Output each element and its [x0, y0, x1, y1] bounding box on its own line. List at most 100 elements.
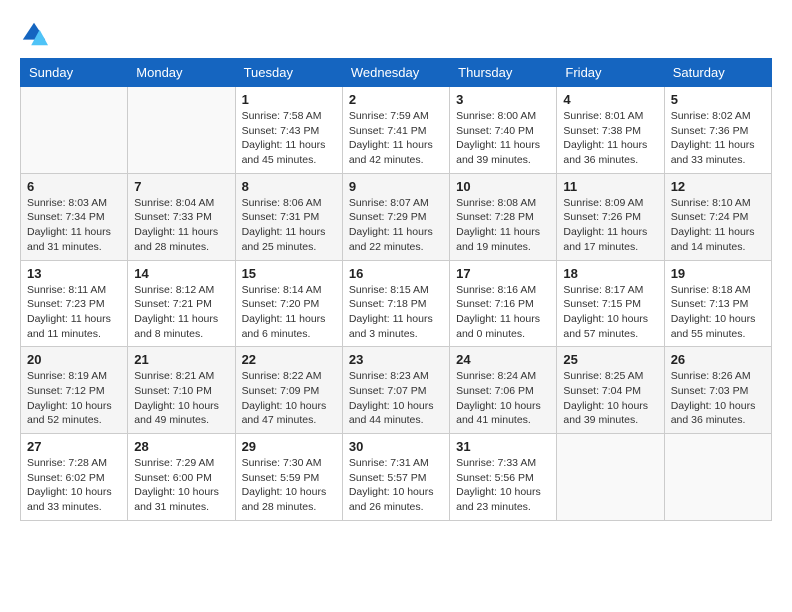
- day-number: 13: [27, 266, 121, 281]
- week-row-2: 6 Sunrise: 8:03 AMSunset: 7:34 PMDaylight…: [21, 173, 772, 260]
- weekday-header-tuesday: Tuesday: [235, 59, 342, 87]
- week-row-5: 27Sunrise: 7:28 AMSunset: 6:02 PMDayligh…: [21, 434, 772, 521]
- day-cell: 5 Sunrise: 8:02 AMSunset: 7:36 PMDaylight…: [664, 87, 771, 174]
- logo-icon: [20, 20, 48, 48]
- day-cell: 4 Sunrise: 8:01 AMSunset: 7:38 PMDaylight…: [557, 87, 664, 174]
- day-number: 7: [134, 179, 228, 194]
- day-number: 6: [27, 179, 121, 194]
- day-info: Sunrise: 8:26 AMSunset: 7:03 PMDaylight:…: [671, 369, 765, 428]
- day-cell: 8Sunrise: 8:06 AMSunset: 7:31 PMDaylight…: [235, 173, 342, 260]
- day-cell: [557, 434, 664, 521]
- day-info: Sunrise: 8:15 AMSunset: 7:18 PMDaylight:…: [349, 283, 443, 342]
- day-cell: 10Sunrise: 8:08 AMSunset: 7:28 PMDayligh…: [450, 173, 557, 260]
- day-number: 15: [242, 266, 336, 281]
- day-cell: 16 Sunrise: 8:15 AMSunset: 7:18 PMDayligh…: [342, 260, 449, 347]
- day-number: 29: [242, 439, 336, 454]
- day-number: 17: [456, 266, 550, 281]
- day-number: 9: [349, 179, 443, 194]
- day-cell: 20Sunrise: 8:19 AMSunset: 7:12 PMDayligh…: [21, 347, 128, 434]
- day-cell: 19 Sunrise: 8:18 AMSunset: 7:13 PMDayligh…: [664, 260, 771, 347]
- week-row-1: 1Sunrise: 7:58 AMSunset: 7:43 PMDaylight…: [21, 87, 772, 174]
- day-cell: 7 Sunrise: 8:04 AMSunset: 7:33 PMDaylight…: [128, 173, 235, 260]
- day-cell: 11 Sunrise: 8:09 AMSunset: 7:26 PMDayligh…: [557, 173, 664, 260]
- day-info: Sunrise: 8:10 AMSunset: 7:24 PMDaylight:…: [671, 196, 765, 255]
- week-row-4: 20Sunrise: 8:19 AMSunset: 7:12 PMDayligh…: [21, 347, 772, 434]
- weekday-header-thursday: Thursday: [450, 59, 557, 87]
- day-cell: 13 Sunrise: 8:11 AMSunset: 7:23 PMDayligh…: [21, 260, 128, 347]
- day-info: Sunrise: 7:59 AMSunset: 7:41 PMDaylight:…: [349, 109, 443, 168]
- day-cell: 2 Sunrise: 7:59 AMSunset: 7:41 PMDaylight…: [342, 87, 449, 174]
- day-number: 30: [349, 439, 443, 454]
- day-info: Sunrise: 8:25 AMSunset: 7:04 PMDaylight:…: [563, 369, 657, 428]
- calendar: SundayMondayTuesdayWednesdayThursdayFrid…: [20, 58, 772, 521]
- day-info: Sunrise: 7:28 AMSunset: 6:02 PMDaylight:…: [27, 456, 121, 515]
- day-number: 23: [349, 352, 443, 367]
- day-cell: 30 Sunrise: 7:31 AMSunset: 5:57 PMDayligh…: [342, 434, 449, 521]
- day-cell: 24 Sunrise: 8:24 AMSunset: 7:06 PMDayligh…: [450, 347, 557, 434]
- day-info: Sunrise: 8:22 AMSunset: 7:09 PMDaylight:…: [242, 369, 336, 428]
- day-info: Sunrise: 7:31 AMSunset: 5:57 PMDaylight:…: [349, 456, 443, 515]
- day-number: 1: [242, 92, 336, 107]
- day-info: Sunrise: 8:14 AMSunset: 7:20 PMDaylight:…: [242, 283, 336, 342]
- day-number: 22: [242, 352, 336, 367]
- day-info: Sunrise: 8:23 AMSunset: 7:07 PMDaylight:…: [349, 369, 443, 428]
- day-info: Sunrise: 8:19 AMSunset: 7:12 PMDaylight:…: [27, 369, 121, 428]
- day-cell: 18 Sunrise: 8:17 AMSunset: 7:15 PMDayligh…: [557, 260, 664, 347]
- day-number: 25: [563, 352, 657, 367]
- day-number: 24: [456, 352, 550, 367]
- day-number: 2: [349, 92, 443, 107]
- day-number: 18: [563, 266, 657, 281]
- day-info: Sunrise: 8:16 AMSunset: 7:16 PMDaylight:…: [456, 283, 550, 342]
- day-cell: [21, 87, 128, 174]
- day-cell: 17 Sunrise: 8:16 AMSunset: 7:16 PMDayligh…: [450, 260, 557, 347]
- day-number: 21: [134, 352, 228, 367]
- day-cell: 15 Sunrise: 8:14 AMSunset: 7:20 PMDayligh…: [235, 260, 342, 347]
- day-cell: 23 Sunrise: 8:23 AMSunset: 7:07 PMDayligh…: [342, 347, 449, 434]
- weekday-header-wednesday: Wednesday: [342, 59, 449, 87]
- day-info: Sunrise: 8:02 AMSunset: 7:36 PMDaylight:…: [671, 109, 765, 168]
- day-info: Sunrise: 7:30 AMSunset: 5:59 PMDaylight:…: [242, 456, 336, 515]
- day-number: 19: [671, 266, 765, 281]
- day-cell: 21 Sunrise: 8:21 AMSunset: 7:10 PMDayligh…: [128, 347, 235, 434]
- day-info: Sunrise: 8:11 AMSunset: 7:23 PMDaylight:…: [27, 283, 121, 342]
- day-cell: 31 Sunrise: 7:33 AMSunset: 5:56 PMDayligh…: [450, 434, 557, 521]
- weekday-header-sunday: Sunday: [21, 59, 128, 87]
- day-number: 14: [134, 266, 228, 281]
- day-cell: 29 Sunrise: 7:30 AMSunset: 5:59 PMDayligh…: [235, 434, 342, 521]
- day-cell: 9 Sunrise: 8:07 AMSunset: 7:29 PMDaylight…: [342, 173, 449, 260]
- day-cell: 22 Sunrise: 8:22 AMSunset: 7:09 PMDayligh…: [235, 347, 342, 434]
- day-number: 3: [456, 92, 550, 107]
- day-cell: 25 Sunrise: 8:25 AMSunset: 7:04 PMDayligh…: [557, 347, 664, 434]
- day-cell: [664, 434, 771, 521]
- day-info: Sunrise: 8:01 AMSunset: 7:38 PMDaylight:…: [563, 109, 657, 168]
- day-info: Sunrise: 8:09 AMSunset: 7:26 PMDaylight:…: [563, 196, 657, 255]
- day-cell: [128, 87, 235, 174]
- day-number: 31: [456, 439, 550, 454]
- day-number: 11: [563, 179, 657, 194]
- day-cell: 3 Sunrise: 8:00 AMSunset: 7:40 PMDaylight…: [450, 87, 557, 174]
- day-info: Sunrise: 8:04 AMSunset: 7:33 PMDaylight:…: [134, 196, 228, 255]
- day-info: Sunrise: 8:21 AMSunset: 7:10 PMDaylight:…: [134, 369, 228, 428]
- weekday-header-row: SundayMondayTuesdayWednesdayThursdayFrid…: [21, 59, 772, 87]
- day-info: Sunrise: 8:17 AMSunset: 7:15 PMDaylight:…: [563, 283, 657, 342]
- day-number: 26: [671, 352, 765, 367]
- day-info: Sunrise: 8:00 AMSunset: 7:40 PMDaylight:…: [456, 109, 550, 168]
- day-info: Sunrise: 7:29 AMSunset: 6:00 PMDaylight:…: [134, 456, 228, 515]
- day-number: 5: [671, 92, 765, 107]
- day-info: Sunrise: 8:24 AMSunset: 7:06 PMDaylight:…: [456, 369, 550, 428]
- day-info: Sunrise: 7:33 AMSunset: 5:56 PMDaylight:…: [456, 456, 550, 515]
- day-info: Sunrise: 8:12 AMSunset: 7:21 PMDaylight:…: [134, 283, 228, 342]
- day-info: Sunrise: 8:07 AMSunset: 7:29 PMDaylight:…: [349, 196, 443, 255]
- day-number: 28: [134, 439, 228, 454]
- weekday-header-friday: Friday: [557, 59, 664, 87]
- day-number: 16: [349, 266, 443, 281]
- day-info: Sunrise: 8:18 AMSunset: 7:13 PMDaylight:…: [671, 283, 765, 342]
- day-info: Sunrise: 8:03 AMSunset: 7:34 PMDaylight:…: [27, 196, 121, 255]
- day-number: 4: [563, 92, 657, 107]
- page-header: [20, 20, 772, 48]
- day-cell: 12 Sunrise: 8:10 AMSunset: 7:24 PMDayligh…: [664, 173, 771, 260]
- weekday-header-monday: Monday: [128, 59, 235, 87]
- day-cell: 14 Sunrise: 8:12 AMSunset: 7:21 PMDayligh…: [128, 260, 235, 347]
- day-number: 12: [671, 179, 765, 194]
- day-cell: 27Sunrise: 7:28 AMSunset: 6:02 PMDayligh…: [21, 434, 128, 521]
